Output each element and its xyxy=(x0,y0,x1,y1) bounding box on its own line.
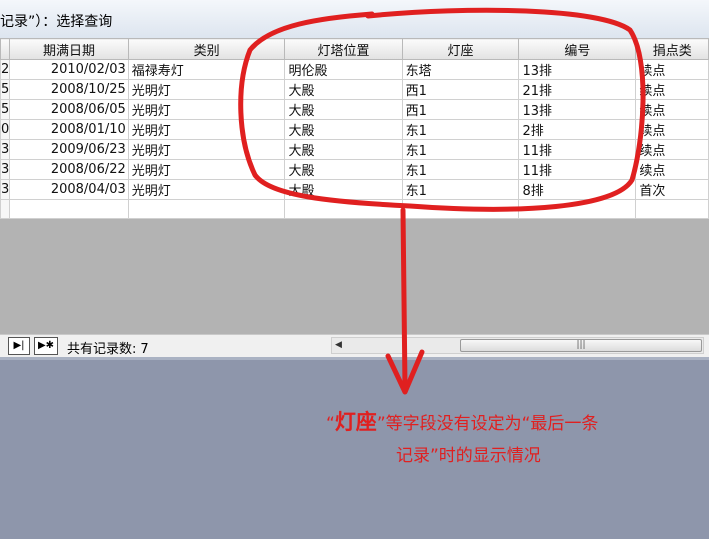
donation-type-cell[interactable]: 续点 xyxy=(635,59,709,80)
caption-quote-close: ” xyxy=(376,414,386,434)
donation-type-cell[interactable]: 首次 xyxy=(635,179,709,200)
record-navigator: ▶| ▶✱ 共有记录数: 7 ◀ ||| xyxy=(0,334,709,358)
number-cell[interactable]: 11排 xyxy=(518,159,637,180)
category-cell[interactable]: 福禄寿灯 xyxy=(127,59,286,80)
lamp-seat-cell[interactable]: 西1 xyxy=(401,99,520,120)
row-number-cell[interactable]: 5 xyxy=(0,99,11,120)
category-cell[interactable]: 光明灯 xyxy=(127,179,286,200)
lamp-seat-cell[interactable] xyxy=(401,199,520,219)
expiry-date-cell[interactable] xyxy=(9,199,129,219)
new-record-button[interactable]: ▶✱ xyxy=(34,337,58,355)
number-cell[interactable] xyxy=(518,199,637,219)
tower-location-cell[interactable]: 大殿 xyxy=(284,139,403,160)
row-number-cell[interactable]: 3 xyxy=(0,179,11,200)
expiry-date-cell[interactable]: 2008/01/10 xyxy=(9,119,129,140)
row-number-cell[interactable]: 3 xyxy=(0,159,11,180)
lamp-seat-cell[interactable]: 东1 xyxy=(401,139,520,160)
category-cell[interactable]: 光明灯 xyxy=(127,159,286,180)
lamp-seat-cell[interactable]: 东1 xyxy=(401,179,520,200)
scroll-left-icon[interactable]: ◀ xyxy=(335,338,342,353)
tower-location-cell[interactable]: 明伦殿 xyxy=(284,59,403,80)
number-cell[interactable]: 21排 xyxy=(518,79,637,100)
lamp-seat-cell[interactable]: 东1 xyxy=(401,159,520,180)
table-row[interactable]: 5 2008/10/25 光明灯 大殿 西1 21排 续点 xyxy=(0,79,709,100)
category-cell[interactable]: 光明灯 xyxy=(127,119,286,140)
record-count: 共有记录数: 7 xyxy=(67,338,149,357)
category-cell[interactable]: 光明灯 xyxy=(127,139,286,160)
column-header-lamp-seat[interactable]: 灯座 xyxy=(401,38,520,60)
donation-type-cell[interactable]: 续点 xyxy=(635,99,709,120)
record-count-value: 7 xyxy=(140,342,149,357)
expiry-date-cell[interactable]: 2008/06/05 xyxy=(9,99,129,120)
lamp-seat-cell[interactable]: 西1 xyxy=(401,79,520,100)
number-cell[interactable]: 8排 xyxy=(518,179,637,200)
column-header-donation-type[interactable]: 捐点类 xyxy=(635,38,709,60)
donation-type-cell[interactable]: 续点 xyxy=(635,139,709,160)
row-number-cell[interactable]: 5 xyxy=(0,79,11,100)
number-cell[interactable]: 11排 xyxy=(518,139,637,160)
window-title-bar: 记录”）：选择查询 xyxy=(0,0,709,39)
record-count-label: 共有记录数: xyxy=(67,342,137,357)
datasheet-area: 期满日期 类别 灯塔位置 灯座 编号 捐点类 2 2010/02/03 福禄寿灯… xyxy=(0,38,709,334)
lamp-seat-cell[interactable]: 东塔 xyxy=(401,59,520,80)
table-row[interactable]: 3 2009/06/23 光明灯 大殿 东1 11排 续点 xyxy=(0,139,709,160)
window-title: 记录”）：选择查询 xyxy=(0,14,113,30)
scrollbar-grip-icon: ||| xyxy=(576,340,586,350)
column-header-number[interactable]: 编号 xyxy=(518,38,637,60)
number-cell[interactable]: 13排 xyxy=(518,59,637,80)
tower-location-cell[interactable]: 大殿 xyxy=(284,119,403,140)
table-row[interactable]: 3 2008/06/22 光明灯 大殿 东1 11排 续点 xyxy=(0,159,709,180)
donation-type-cell[interactable]: 续点 xyxy=(635,119,709,140)
table-row[interactable]: 0 2008/01/10 光明灯 大殿 东1 2排 续点 xyxy=(0,119,709,140)
tower-location-cell[interactable]: 大殿 xyxy=(284,99,403,120)
tower-location-cell[interactable] xyxy=(284,199,403,219)
donation-type-cell[interactable]: 续点 xyxy=(635,79,709,100)
category-cell[interactable]: 光明灯 xyxy=(127,99,286,120)
horizontal-scrollbar[interactable]: ◀ ||| xyxy=(331,337,704,354)
number-cell[interactable]: 2排 xyxy=(518,119,637,140)
last-record-icon: ▶| xyxy=(13,340,25,351)
scrollbar-thumb[interactable]: ||| xyxy=(460,339,702,352)
column-header-category[interactable]: 类别 xyxy=(127,38,286,60)
datasheet-table: 期满日期 类别 灯塔位置 灯座 编号 捐点类 2 2010/02/03 福禄寿灯… xyxy=(0,38,709,219)
category-cell[interactable]: 光明灯 xyxy=(127,79,286,100)
last-record-button[interactable]: ▶| xyxy=(8,337,30,355)
lamp-seat-cell[interactable]: 东1 xyxy=(401,119,520,140)
expiry-date-cell[interactable]: 2008/10/25 xyxy=(9,79,129,100)
table-row[interactable]: 5 2008/06/05 光明灯 大殿 西1 13排 续点 xyxy=(0,99,709,120)
donation-type-cell[interactable]: 续点 xyxy=(635,159,709,180)
number-cell[interactable]: 13排 xyxy=(518,99,637,120)
row-selector-header[interactable] xyxy=(0,38,11,60)
table-row[interactable]: 2 2010/02/03 福禄寿灯 明伦殿 东塔 13排 续点 xyxy=(0,59,709,80)
row-number-cell[interactable]: 0 xyxy=(0,119,11,140)
caption-quote-open: “ xyxy=(326,414,335,434)
row-number-cell[interactable] xyxy=(0,199,11,219)
annotation-caption-line1: “灯座”等字段没有设定为“最后一条 xyxy=(326,406,598,436)
tower-location-cell[interactable]: 大殿 xyxy=(284,159,403,180)
tower-location-cell[interactable]: 大殿 xyxy=(284,179,403,200)
table-row[interactable]: 3 2008/04/03 光明灯 大殿 东1 8排 首次 xyxy=(0,179,709,200)
new-record-icon: ▶✱ xyxy=(37,340,55,351)
new-record-row[interactable] xyxy=(0,199,709,219)
header-row: 期满日期 类别 灯塔位置 灯座 编号 捐点类 xyxy=(0,38,709,60)
row-number-cell[interactable]: 2 xyxy=(0,59,11,80)
annotation-caption-line2: 记录”时的显示情况 xyxy=(396,446,541,466)
column-header-expiry-date[interactable]: 期满日期 xyxy=(9,38,129,60)
donation-type-cell[interactable] xyxy=(635,199,709,219)
row-number-cell[interactable]: 3 xyxy=(0,139,11,160)
category-cell[interactable] xyxy=(127,199,286,219)
form-separator xyxy=(0,357,709,360)
caption-field-name: 灯座 xyxy=(334,410,377,434)
column-header-tower-location[interactable]: 灯塔位置 xyxy=(284,38,403,60)
expiry-date-cell[interactable]: 2008/06/22 xyxy=(9,159,129,180)
expiry-date-cell[interactable]: 2008/04/03 xyxy=(9,179,129,200)
caption-line1-rest: 等字段没有设定为“最后一条 xyxy=(385,414,599,434)
tower-location-cell[interactable]: 大殿 xyxy=(284,79,403,100)
expiry-date-cell[interactable]: 2010/02/03 xyxy=(9,59,129,80)
expiry-date-cell[interactable]: 2009/06/23 xyxy=(9,139,129,160)
